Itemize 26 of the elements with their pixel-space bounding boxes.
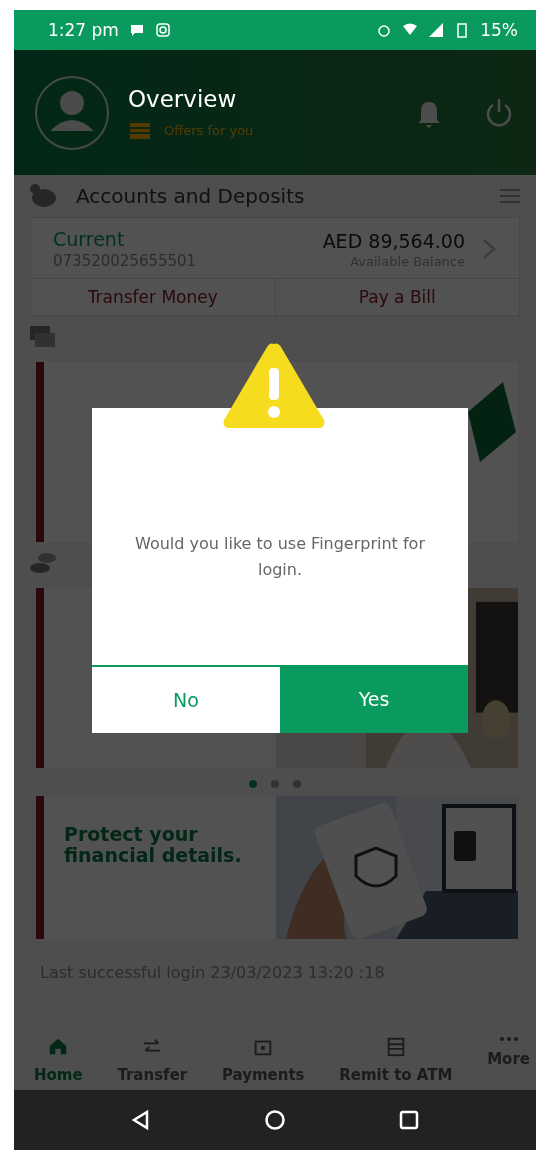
avatar-icon[interactable] [34,74,110,151]
dialog-message: Would you like to use Fingerprint for login. [134,532,426,581]
carousel-dot[interactable] [249,780,257,788]
section-title: Accounts and Deposits [76,184,306,208]
dialog-button[interactable]: Yes [280,665,468,733]
account-balance: AED 89,564.00 [322,229,465,252]
more-icon [497,1036,520,1042]
signal-icon [428,22,445,38]
chat-icon [128,22,145,38]
account-type: Current [53,228,126,250]
promo-banner[interactable]: Protect your financial details. [36,796,518,939]
page-title: Overview [128,85,238,112]
status-time: 1:27 pm [48,20,119,40]
nav-tab[interactable]: Home [34,1036,83,1084]
offers-link[interactable]: Offers for you [164,123,254,138]
recents-icon[interactable] [398,1109,420,1131]
instagram-icon [154,22,171,38]
promo-title: Protect your financial details. [63,822,243,868]
home-button-icon[interactable] [264,1109,286,1131]
carousel-dot[interactable] [293,780,301,788]
offers-icon [128,121,152,140]
coins-icon [28,550,58,576]
cards-icon [28,324,58,350]
battery-level: 15% [480,20,518,40]
carousel-dot[interactable] [271,780,279,788]
menu-icon[interactable] [498,187,522,205]
